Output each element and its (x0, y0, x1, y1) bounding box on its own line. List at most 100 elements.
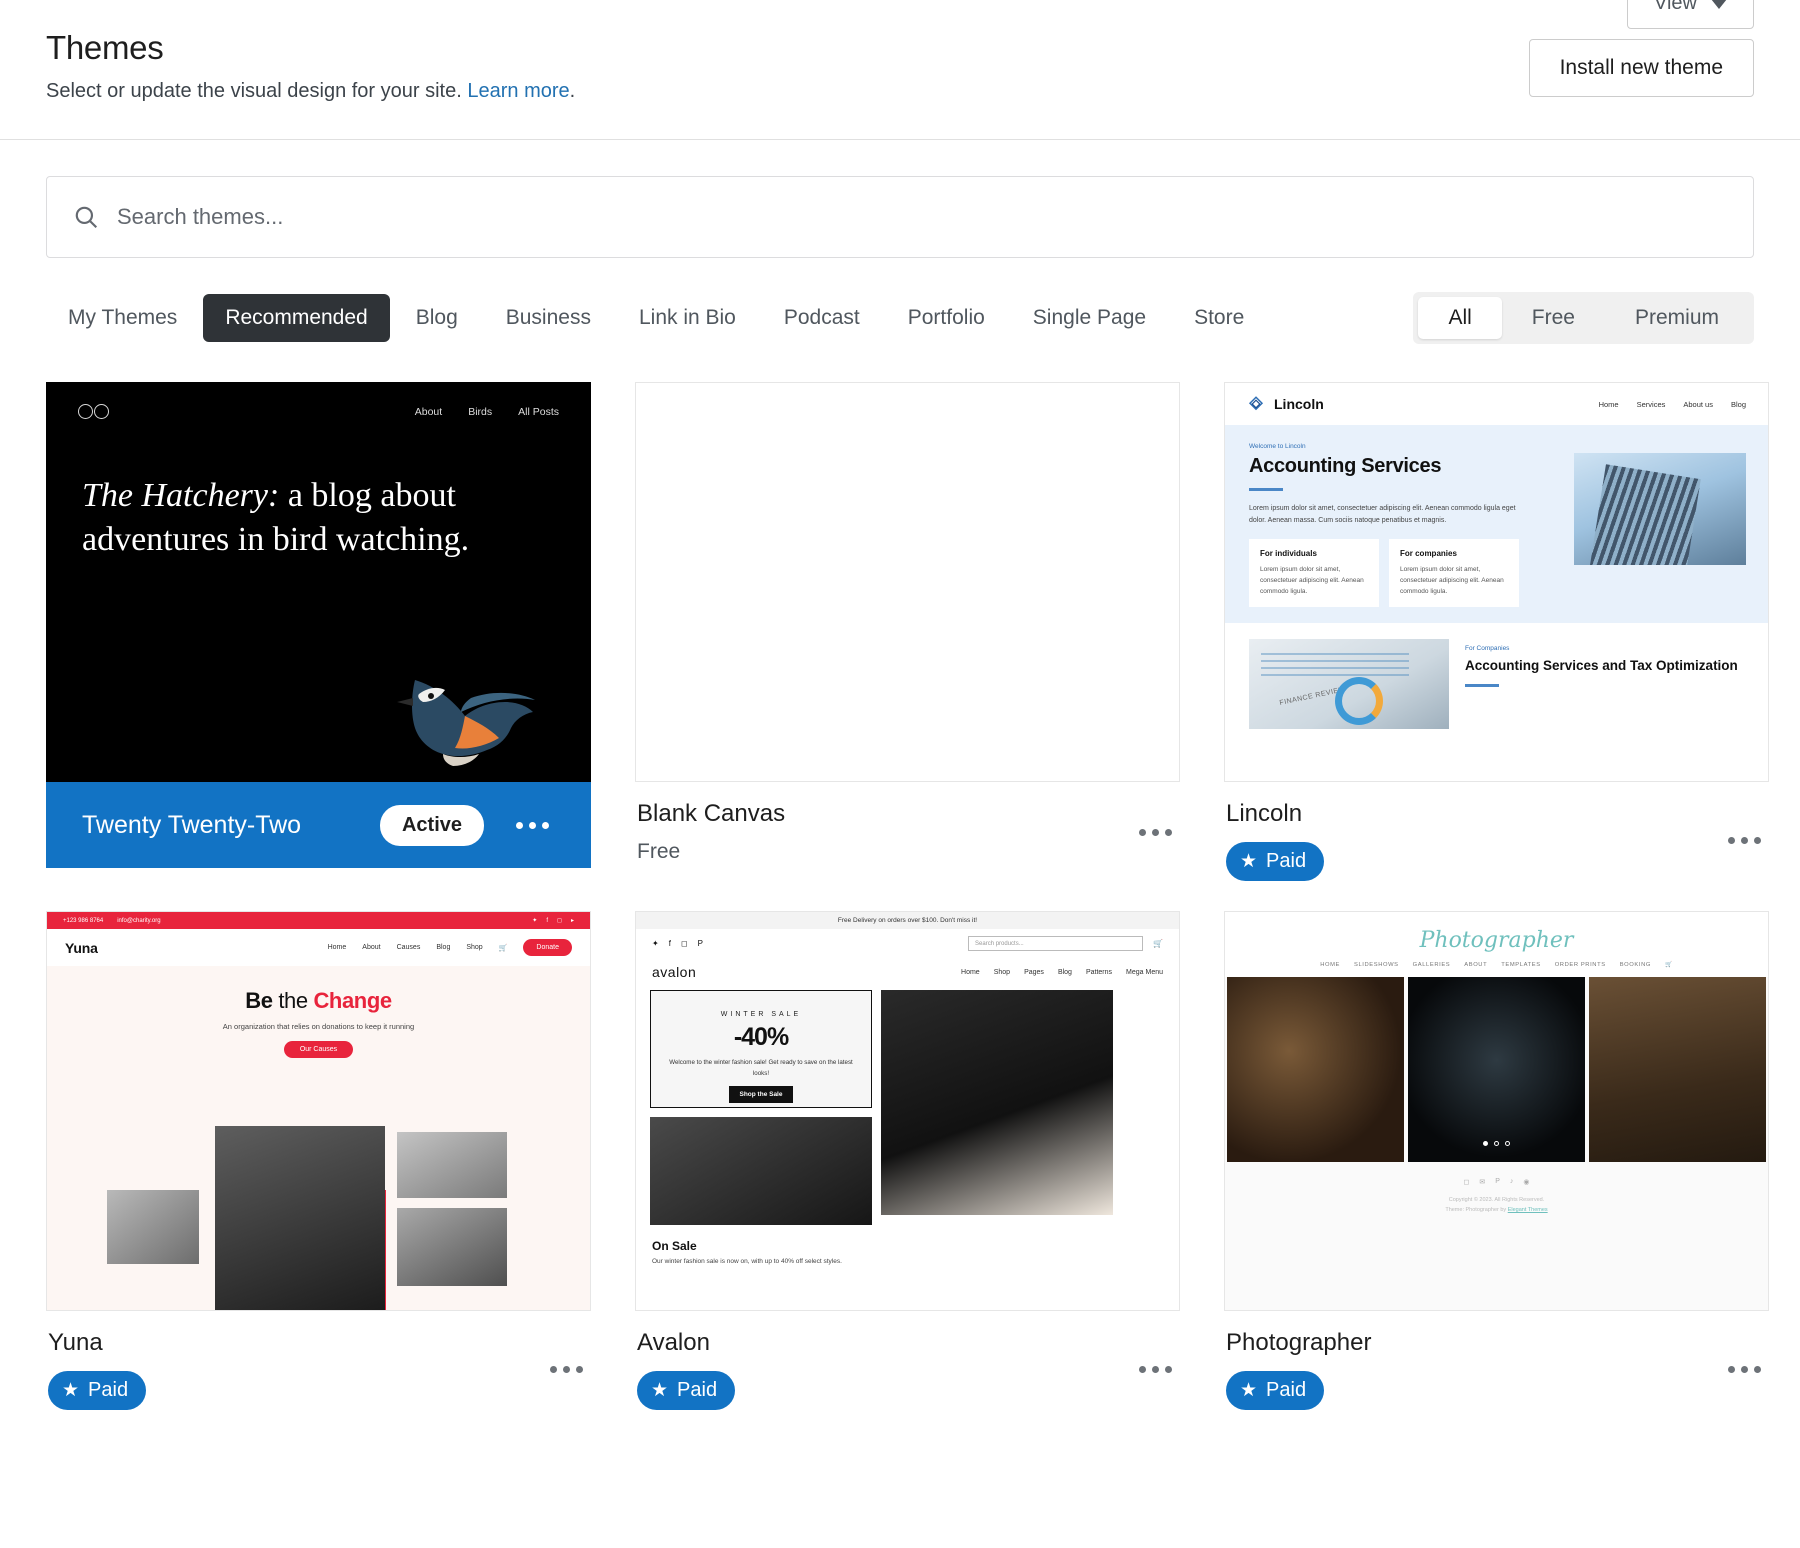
cart-icon: 🛒 (498, 944, 508, 952)
theme-price: Paid (1266, 850, 1307, 872)
theme-preview-avalon[interactable]: Free Delivery on orders over $100. Don't… (635, 911, 1180, 1311)
search-input[interactable] (117, 204, 1727, 230)
preview-headline-be: Be (245, 988, 273, 1013)
learn-more-link[interactable]: Learn more (467, 80, 569, 102)
theme-options-menu-icon[interactable] (1722, 1360, 1767, 1379)
header-actions: View Install new theme (1528, 0, 1754, 97)
preview-onsale-title: On Sale (652, 1239, 697, 1253)
star-icon: ★ (62, 1380, 80, 1401)
youtube-icon: ▸ (570, 918, 574, 924)
theme-card-twenty-twenty-two[interactable]: About Birds All Posts The Hatchery: a bl… (46, 382, 591, 881)
preview-nav-galleries: GALLERIES (1412, 962, 1451, 968)
theme-card-footer: Lincoln ★ Paid (1224, 782, 1769, 881)
tab-single-page[interactable]: Single Page (1011, 294, 1168, 342)
search-box[interactable] (46, 176, 1754, 258)
preview-headline-change: Change (313, 988, 392, 1013)
preview-nav-home: Home (327, 944, 347, 951)
preview-brand-avalon: avalon (652, 964, 697, 980)
theme-options-menu-icon[interactable] (1722, 831, 1767, 850)
preview-nav-blog: Blog (436, 944, 451, 951)
preview-nav-about: About (414, 405, 443, 418)
preview-nav-patterns: Patterns (1085, 968, 1113, 976)
theme-preview-twenty-twenty-two[interactable]: About Birds All Posts The Hatchery: a bl… (46, 382, 591, 782)
theme-preview-yuna[interactable]: +123 986 8764 info@charity.org ✦ f ◻ ▸ Y… (46, 911, 591, 1311)
preview-bottom-heading: Accounting Services and Tax Optimization (1465, 658, 1738, 674)
theme-grid: About Birds All Posts The Hatchery: a bl… (0, 344, 1800, 1410)
theme-card-avalon[interactable]: Free Delivery on orders over $100. Don't… (635, 911, 1180, 1410)
tab-my-themes[interactable]: My Themes (46, 294, 199, 342)
tab-store[interactable]: Store (1172, 294, 1266, 342)
cart-icon: 🛒 (1664, 962, 1673, 968)
preview-sale-percent: -40% (733, 1023, 789, 1051)
gallery-photo-portrait (1408, 977, 1585, 1162)
subtitle-period: . (569, 80, 576, 103)
preview-brand-photographer: Photographer (1419, 928, 1574, 953)
theme-card-photographer[interactable]: Photographer HOME SLIDESHOWS GALLERIES A… (1224, 911, 1769, 1410)
pinterest-icon: P (697, 939, 703, 948)
segment-premium[interactable]: Premium (1605, 297, 1749, 339)
building-photo (1574, 453, 1746, 565)
theme-preview-blank-canvas[interactable] (635, 382, 1180, 782)
preview-nav-templates: TEMPLATES (1501, 962, 1541, 968)
preview-subline: An organization that relies on donations… (222, 1022, 415, 1031)
preview-nav-blog: Blog (1057, 968, 1072, 976)
preview-feature-card: For companies Lorem ipsum dolor sit amet… (1389, 539, 1519, 608)
preview-brand-yuna: Yuna (65, 939, 98, 956)
theme-options-menu-icon[interactable] (544, 1360, 589, 1379)
preview-nav-booking: BOOKING (1619, 962, 1651, 968)
view-dropdown-button[interactable]: View (1627, 0, 1754, 29)
tab-portfolio[interactable]: Portfolio (886, 294, 1007, 342)
preview-credit-text: Theme: Photographer by (1445, 1207, 1508, 1214)
preview-eyebrow: Welcome to Lincoln (1249, 443, 1306, 450)
category-tabs: My Themes Recommended Blog Business Link… (46, 294, 1266, 342)
theme-name: Yuna (48, 1329, 103, 1356)
preview-nav-home: Home (1598, 399, 1619, 409)
theme-card-footer: Yuna ★ Paid (46, 1311, 591, 1410)
preview-photo-caption: FINANCE REVIEW (1279, 686, 1347, 708)
status-badge-paid: ★ Paid (637, 1371, 736, 1410)
tab-business[interactable]: Business (484, 294, 613, 342)
social-icons: ✦ f ◻ P (652, 939, 703, 948)
model-photo-blonde (881, 990, 1113, 1215)
theme-preview-lincoln[interactable]: Lincoln Home Services About us Blog Welc… (1224, 382, 1769, 782)
view-dropdown-label: View (1654, 0, 1697, 14)
price-segmented-control: All Free Premium (1413, 292, 1754, 344)
preview-feature-body: Lorem ipsum dolor sit amet, consectetuer… (1260, 566, 1364, 596)
tab-recommended[interactable]: Recommended (203, 294, 390, 342)
preview-nav-slideshows: SLIDESHOWS (1353, 962, 1399, 968)
preview-headline-the: the (278, 988, 308, 1013)
preview-email: info@charity.org (117, 917, 161, 924)
theme-card-blank-canvas[interactable]: Blank Canvas Free (635, 382, 1180, 881)
preview-nav-causes: Causes (396, 944, 421, 951)
preview-nav-mega-menu: Mega Menu (1126, 968, 1163, 976)
tab-link-in-bio[interactable]: Link in Bio (617, 294, 758, 342)
tab-podcast[interactable]: Podcast (762, 294, 882, 342)
photo-collage (47, 1120, 590, 1310)
theme-options-menu-icon[interactable] (510, 816, 555, 835)
preview-nav-home: Home (961, 968, 980, 976)
search-icon (75, 206, 98, 229)
status-badge-active: Active (379, 804, 484, 846)
pinterest-icon: P (1495, 1178, 1500, 1185)
tab-blog[interactable]: Blog (394, 294, 480, 342)
facebook-icon: f (668, 939, 671, 948)
page-subtitle: Select or update the visual design for y… (46, 80, 1754, 103)
theme-card-lincoln[interactable]: Lincoln Home Services About us Blog Welc… (1224, 382, 1769, 881)
preview-nav-shop: Shop (466, 944, 483, 951)
theme-preview-photographer[interactable]: Photographer HOME SLIDESHOWS GALLERIES A… (1224, 911, 1769, 1311)
instagram-icon: ◻ (557, 918, 562, 924)
status-badge-paid: ★ Paid (1226, 1371, 1325, 1410)
filter-bar: My Themes Recommended Blog Business Link… (0, 258, 1800, 344)
preview-copyright: Copyright © 2023. All Rights Reserved. (1448, 1197, 1545, 1203)
chevron-down-icon (1711, 0, 1727, 9)
theme-card-yuna[interactable]: +123 986 8764 info@charity.org ✦ f ◻ ▸ Y… (46, 911, 591, 1410)
page-subtitle-text: Select or update the visual design for y… (46, 80, 462, 103)
preview-nav-pages: Pages (1024, 968, 1044, 976)
theme-options-menu-icon[interactable] (1133, 823, 1178, 842)
theme-options-menu-icon[interactable] (1133, 1360, 1178, 1379)
install-new-theme-button[interactable]: Install new theme (1528, 39, 1754, 97)
segment-free[interactable]: Free (1502, 297, 1605, 339)
segment-all[interactable]: All (1418, 297, 1502, 339)
theme-price: Paid (677, 1379, 718, 1401)
theme-name: Avalon (637, 1329, 710, 1356)
